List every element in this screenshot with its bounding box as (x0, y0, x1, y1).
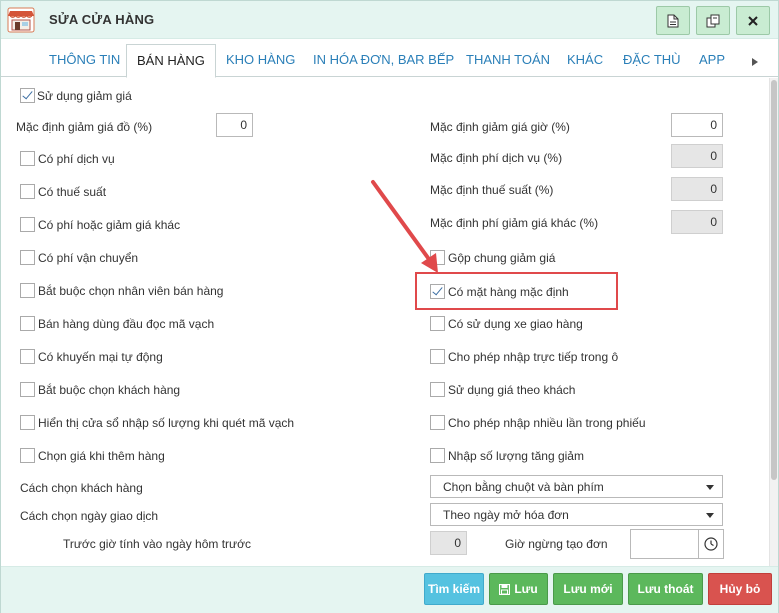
default-discount-hour-label: Mặc định giảm giá giờ (%) (430, 120, 570, 134)
save-button[interactable]: Lưu (489, 573, 548, 605)
vertical-scrollbar[interactable] (769, 78, 778, 566)
delivery-vehicle-label: Có sử dụng xe giao hàng (448, 317, 583, 331)
default-discount-hour-input[interactable] (671, 113, 723, 137)
service-fee-label: Có phí dịch vụ (38, 152, 115, 166)
stop-time-label: Giờ ngừng tạo đơn (505, 537, 608, 551)
save-button-label: Lưu (514, 582, 538, 596)
other-fee-label: Có phí hoặc giảm giá khác (38, 218, 181, 232)
default-other-fee-input (671, 210, 723, 234)
dialog-title: SỬA CỬA HÀNG (49, 12, 155, 27)
save-exit-button-label: Lưu thoát (637, 582, 694, 596)
customer-select-label: Cách chọn khách hàng (20, 481, 143, 495)
merge-discount-checkbox[interactable] (430, 250, 445, 265)
tab-dac-thu[interactable]: ĐẶC THÙ (623, 52, 681, 67)
copy-button[interactable] (696, 6, 730, 35)
close-button[interactable] (736, 6, 770, 35)
tab-ban-hang[interactable]: BÁN HÀNG (126, 44, 216, 78)
triangle-right-icon[interactable] (752, 58, 758, 66)
tab-bar: THÔNG TIN BÁN HÀNG KHO HÀNG IN HÓA ĐƠN, … (1, 40, 778, 78)
qty-increase-label: Nhập số lượng tăng giảm (448, 449, 584, 463)
tab-app[interactable]: APP (699, 52, 725, 67)
date-select-label: Cách chọn ngày giao dịch (20, 509, 159, 523)
shipping-fee-checkbox[interactable] (20, 250, 35, 265)
direct-input-label: Cho phép nhập trực tiếp trong ô (448, 350, 619, 364)
document-button[interactable] (656, 6, 690, 35)
tax-rate-checkbox[interactable] (20, 184, 35, 199)
auto-promotion-label: Có khuyến mại tự động (38, 350, 163, 364)
time-picker-button[interactable] (698, 529, 724, 559)
customer-price-checkbox[interactable] (430, 382, 445, 397)
choose-price-label: Chọn giá khi thêm hàng (38, 449, 165, 463)
auto-promotion-checkbox[interactable] (20, 349, 35, 364)
date-select[interactable]: Theo ngày mở hóa đơn (430, 503, 723, 526)
floppy-disk-icon (499, 583, 511, 595)
multi-entry-label: Cho phép nhập nhiều lần trong phiếu (448, 416, 646, 430)
cancel-button-label: Hủy bỏ (719, 582, 761, 596)
stop-time-input[interactable] (630, 529, 699, 559)
hours-before-label: Trước giờ tính vào ngày hôm trước (63, 537, 251, 551)
default-other-fee-label: Mặc định phí giảm giá khác (%) (430, 216, 599, 230)
show-qty-window-checkbox[interactable] (20, 415, 35, 430)
other-fee-checkbox[interactable] (20, 217, 35, 232)
search-button[interactable]: Tìm kiếm (424, 573, 484, 605)
default-discount-food-input[interactable] (216, 113, 253, 137)
delivery-vehicle-checkbox[interactable] (430, 316, 445, 331)
require-staff-label: Bắt buộc chọn nhân viên bán hàng (38, 284, 224, 298)
document-icon (667, 14, 679, 27)
shipping-fee-label: Có phí vận chuyển (38, 251, 139, 265)
cancel-button[interactable]: Hủy bỏ (708, 573, 772, 605)
title-bar: SỬA CỬA HÀNG (1, 1, 778, 39)
default-tax-rate-input (671, 177, 723, 201)
search-button-label: Tìm kiếm (427, 582, 481, 596)
require-staff-checkbox[interactable] (20, 283, 35, 298)
copy-icon (706, 14, 720, 27)
multi-entry-checkbox[interactable] (430, 415, 445, 430)
tax-rate-label: Có thuế suất (38, 185, 107, 199)
show-qty-window-label: Hiển thị cửa sổ nhập số lượng khi quét m… (38, 416, 295, 430)
chevron-down-icon (706, 485, 714, 490)
direct-input-checkbox[interactable] (430, 349, 445, 364)
clock-icon (704, 537, 718, 551)
tab-kho-hang[interactable]: KHO HÀNG (226, 52, 295, 67)
edit-store-dialog: SỬA CỬA HÀNG THÔNG TIN BÁN HÀNG KHO HÀNG… (0, 0, 779, 613)
choose-price-checkbox[interactable] (20, 448, 35, 463)
tab-thong-tin[interactable]: THÔNG TIN (49, 52, 120, 67)
default-service-fee-label: Mặc định phí dịch vụ (%) (430, 151, 563, 165)
save-new-button[interactable]: Lưu mới (553, 573, 623, 605)
customer-price-label: Sử dụng giá theo khách (448, 383, 576, 397)
footer-bar: Tìm kiếm Lưu Lưu mới Lưu thoát Hủy bỏ (1, 566, 778, 613)
tab-in-hoa-don[interactable]: IN HÓA ĐƠN, BAR BẾP (313, 52, 454, 67)
save-exit-button[interactable]: Lưu thoát (628, 573, 703, 605)
hours-before-input (430, 531, 467, 555)
require-customer-label: Bắt buộc chọn khách hàng (38, 383, 181, 397)
chevron-down-icon (706, 513, 714, 518)
tab-khac[interactable]: KHÁC (567, 52, 603, 67)
default-tax-rate-label: Mặc định thuế suất (%) (430, 183, 554, 197)
use-discount-checkbox[interactable] (20, 88, 35, 103)
default-service-fee-input (671, 144, 723, 168)
scrollbar-thumb[interactable] (771, 80, 777, 480)
use-discount-label: Sử dụng giảm giá (37, 89, 132, 103)
barcode-reader-label: Bán hàng dùng đầu đọc mã vạch (38, 317, 215, 331)
qty-increase-checkbox[interactable] (430, 448, 445, 463)
default-discount-food-label: Mặc định giảm giá đồ (%) (16, 120, 153, 134)
highlight-annotation (415, 272, 618, 310)
store-icon (7, 7, 35, 33)
close-icon (748, 15, 758, 26)
merge-discount-label: Gộp chung giảm giá (448, 251, 556, 265)
customer-select-value: Chọn bằng chuột và bàn phím (443, 480, 604, 494)
save-new-button-label: Lưu mới (563, 582, 613, 596)
customer-select[interactable]: Chọn bằng chuột và bàn phím (430, 475, 723, 498)
barcode-reader-checkbox[interactable] (20, 316, 35, 331)
date-select-value: Theo ngày mở hóa đơn (443, 508, 569, 522)
service-fee-checkbox[interactable] (20, 151, 35, 166)
require-customer-checkbox[interactable] (20, 382, 35, 397)
tab-thanh-toan[interactable]: THANH TOÁN (466, 52, 550, 67)
